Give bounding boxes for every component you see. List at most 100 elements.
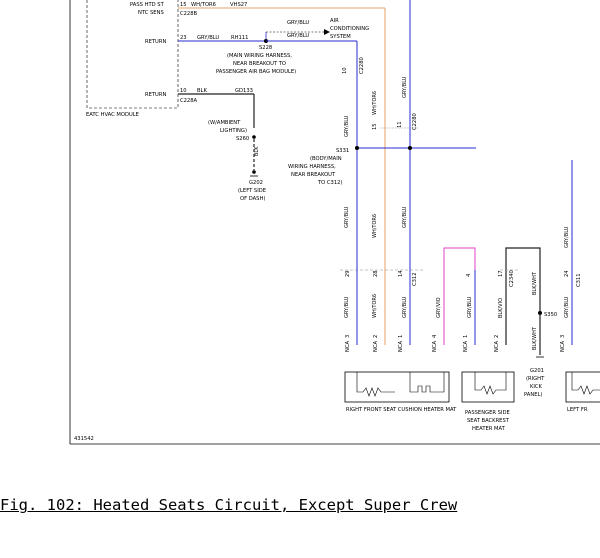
backrest-heater-icon [474, 372, 507, 395]
pin-1-a: 1 [398, 335, 404, 338]
pin-3-a: 3 [345, 335, 351, 338]
connector-c228b: C228B [180, 11, 198, 17]
ac-target-1: AIR [330, 18, 339, 24]
circuit-gd133: GD133 [235, 88, 253, 94]
backrest-mat-label-1: PASSENGER SIDE [465, 410, 510, 416]
c2280-1: C2280 [359, 57, 365, 74]
pin-4-a: 4 [432, 334, 438, 338]
s228-desc-1: (MAIN WIRING HARNESS, [227, 53, 292, 59]
module-row-pass-htd-st: PASS HTD ST [130, 2, 165, 8]
c311: C311 [576, 273, 582, 287]
connector-c228a: C228A [180, 98, 198, 104]
pin-2-a: 2 [373, 335, 379, 338]
pin-2-b: 2 [494, 335, 500, 338]
g201-desc-3: PANEL) [524, 392, 542, 398]
s331-desc-4: TO C312) [317, 180, 342, 186]
gry-blu-7: GRY/BLU [467, 296, 473, 318]
splice-s228: S228 [259, 45, 272, 51]
rf-cushion-mat-label: RIGHT FRONT SEAT CUSHION HEATER MAT [346, 407, 457, 413]
pin-10: 10 [342, 67, 348, 74]
wire-magenta [443, 247, 476, 345]
pin-28: 28 [373, 270, 379, 277]
backrest-mat-label-2: SEAT BACKREST [467, 418, 510, 424]
rf-cushion-mat-box [344, 371, 450, 403]
s331-desc-2: WIRING HARNESS, [288, 164, 336, 170]
s228-wire-label: GRY/BLU [287, 33, 309, 39]
gry-blu-1: GRY/BLU [344, 115, 350, 137]
s331-desc-3: NEAR BREAKOUT [291, 172, 336, 178]
nca-2: NCA [373, 340, 379, 352]
heater-element-icon [356, 372, 395, 397]
c2340: C2340 [509, 270, 515, 287]
wire-label-gry-blu-rh111: GRY/BLU [197, 35, 219, 41]
blk-wht-2: BLK/WHT [532, 326, 538, 350]
wh-tor6-1: WH/TOR6 [372, 91, 378, 115]
pin-23: 23 [180, 35, 187, 41]
nca-4: NCA [432, 340, 438, 352]
gry-blu-5: GRY/BLU [344, 296, 350, 318]
g202-desc-1: (LEFT SIDE [238, 188, 266, 194]
ground-g202: G202 [249, 180, 263, 186]
c312: C312 [412, 272, 418, 286]
heated-seats-circuit-diagram: 431542 EATC HVAC MODULE PASS HTD ST NTC … [69, 0, 600, 445]
pin-14: 14 [398, 270, 404, 277]
blk-vertical-label: BLK [254, 146, 260, 156]
pin-15-vertical: 15 [372, 123, 378, 130]
splice-s331: S331 [336, 148, 349, 154]
wh-tor6-3: WH/TOR6 [372, 294, 378, 318]
pin-10-module: 10 [180, 88, 187, 94]
gry-blu-4: GRY/BLU [402, 206, 408, 228]
ac-target-3: SYSTEM [330, 34, 351, 40]
pin-3-b: 3 [560, 335, 566, 338]
wire-label-blk: BLK [197, 88, 207, 94]
pin-4-top: 4 [466, 273, 472, 277]
pin-24: 24 [564, 270, 570, 277]
g201-desc-1: (RIGHT [526, 376, 545, 382]
c2280-2: C2280 [412, 113, 418, 130]
g201-desc-2: KICK [530, 384, 543, 390]
lf-mat-label: LEFT FR [567, 407, 588, 413]
pin-17: 17 [498, 270, 504, 277]
s228-desc-3: PASSENGER AIR BAG MODULE) [216, 69, 296, 75]
gry-blu-3: GRY/BLU [344, 206, 350, 228]
ac-wire-label: GRY/BLU [287, 20, 309, 26]
pin-29: 29 [345, 270, 351, 277]
s331-desc-1: (BODY/MAIN [310, 156, 342, 162]
ac-target-2: CONDITIONING [330, 26, 369, 32]
s228-desc-2: NEAR BREAKOUT TO [233, 61, 286, 67]
nca-7: NCA [560, 340, 566, 352]
splice-s331-dot-2 [408, 146, 412, 150]
figure-code: 431542 [74, 436, 94, 442]
g202-desc-2: OF DASH) [240, 196, 265, 202]
blk-wht-1: BLK/WHT [532, 271, 538, 295]
circuit-rh111: RH111 [231, 35, 248, 41]
splice-s260: S260 [236, 136, 249, 142]
lf-mat-box [565, 371, 600, 403]
module-row-return-2: RETURN [145, 92, 166, 98]
splice-s260-dot [252, 135, 256, 139]
module-name: EATC HVAC MODULE [86, 112, 139, 118]
s260-desc-2: LIGHTING) [220, 128, 247, 134]
splice-s331-dot [355, 146, 359, 150]
pin-11: 11 [397, 121, 403, 128]
circuit-vhs27: VHS27 [230, 2, 247, 8]
splice-s350: S350 [544, 312, 557, 318]
pin-15: 15 [180, 2, 187, 8]
gry-blu-6: GRY/BLU [402, 296, 408, 318]
blk-vio-label: BLK/VIO [498, 298, 504, 318]
gry-blu-2: GRY/BLU [402, 76, 408, 98]
backrest-mat-label-3: HEATER MAT [472, 426, 506, 432]
nca-1: NCA [345, 340, 351, 352]
module-row-return-1: RETURN [145, 39, 166, 45]
s260-desc-1: (W/AMBIENT [208, 120, 241, 126]
ground-g201: G201 [530, 368, 544, 374]
gry-blu-9: GRY/BLU [564, 296, 570, 318]
wh-tor6-2: WH/TOR6 [372, 214, 378, 238]
figure-caption: Fig. 102: Heated Seats Circuit, Except S… [0, 496, 458, 514]
wire-label-wh-tor6: WH/TOR6 [191, 2, 216, 8]
nca-3: NCA [398, 340, 404, 352]
module-row-ntc-sens: NTC SENS [138, 10, 164, 16]
lf-heater-icon [571, 372, 600, 395]
thermistor-icon [409, 372, 445, 393]
g202-dot [252, 170, 256, 174]
